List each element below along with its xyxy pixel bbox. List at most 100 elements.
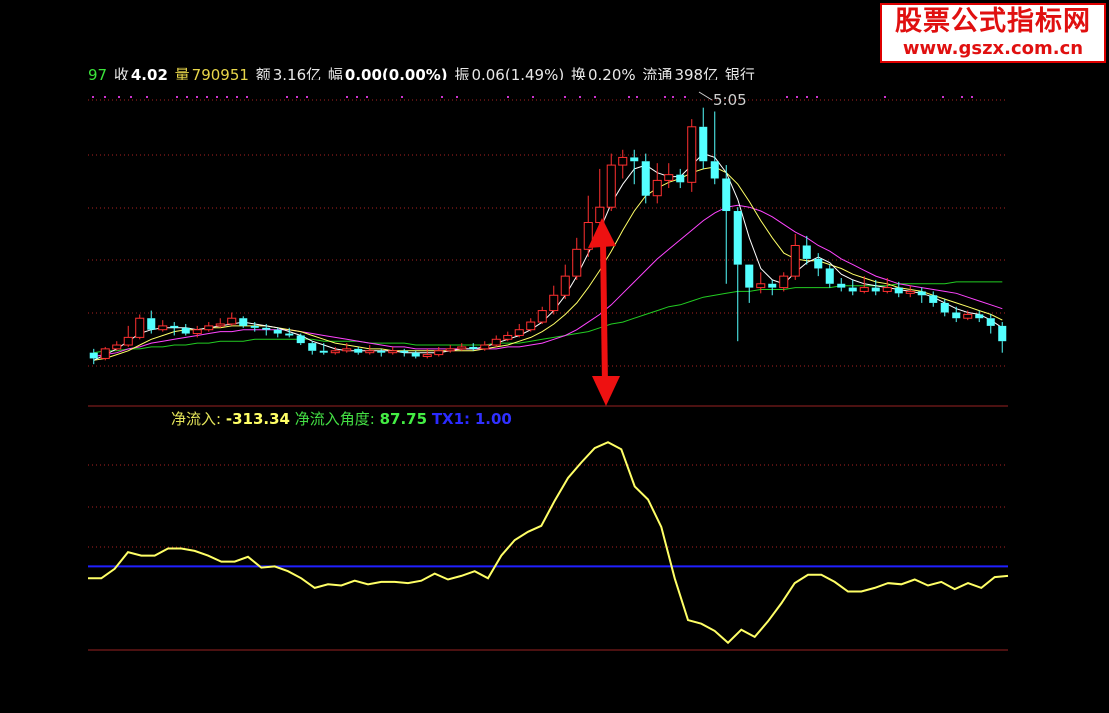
candle-body-down	[699, 126, 708, 162]
arrow-head-down	[592, 376, 620, 406]
candle-body-up	[503, 334, 513, 340]
candle-body-down	[676, 174, 685, 183]
candle	[952, 306, 961, 323]
candle	[377, 348, 386, 357]
candle-body-down	[733, 211, 742, 265]
candle-body-up	[652, 179, 662, 197]
candle-body-up	[365, 350, 375, 354]
marker-dot	[456, 96, 458, 98]
candle-body-up	[618, 156, 628, 166]
candle-body-up	[192, 329, 202, 335]
candle-body-down	[986, 318, 995, 326]
candle-body-down	[411, 352, 420, 357]
quote-item: 790951	[191, 66, 249, 80]
marker-dot	[286, 96, 288, 98]
candle	[514, 323, 524, 338]
marker-dot	[176, 96, 178, 98]
marker-dot	[236, 96, 238, 98]
candle-body-up	[491, 338, 501, 346]
candle-body-down	[871, 287, 880, 292]
candle-body-down	[89, 352, 98, 359]
candle-body-down	[319, 350, 328, 353]
quote-item: 振	[449, 66, 470, 80]
candle	[503, 331, 513, 342]
quote-item: 0.00(0.00%)	[344, 66, 448, 80]
candle	[733, 207, 742, 342]
candle	[170, 322, 179, 336]
candle-body-down	[181, 327, 190, 334]
candle	[710, 111, 719, 185]
net-inflow-value: -313.34	[225, 410, 290, 428]
candle	[308, 341, 317, 355]
ma-line-ma-long	[93, 204, 1003, 357]
candle	[687, 119, 697, 192]
candle-body-down	[262, 327, 271, 330]
candle-body-down	[170, 325, 179, 328]
candle-body-down	[848, 287, 857, 292]
marker-dot	[306, 96, 308, 98]
candle-body-down	[837, 283, 846, 288]
candle	[537, 306, 547, 324]
candle-body-up	[560, 275, 570, 296]
quote-item: 3.16亿	[272, 66, 322, 80]
candle-body-up	[963, 313, 973, 319]
candle	[147, 310, 156, 334]
candle-body-down	[710, 161, 719, 179]
candle-body-down	[745, 264, 754, 288]
ma-line-ma-short	[93, 153, 1003, 361]
candle-body-down	[250, 325, 259, 328]
candle-body-up	[790, 244, 800, 277]
marker-dot	[401, 96, 403, 98]
marker-dot	[366, 96, 368, 98]
candle-body-up	[342, 348, 352, 352]
candle	[929, 291, 938, 307]
candle-body-down	[998, 325, 1007, 342]
quote-bar: 97 收 4.02 量 790951 额 3.16亿 幅 0.00(0.00%) 振 0.…	[88, 64, 757, 80]
marker-dot	[246, 96, 248, 98]
candle-body-down	[273, 329, 282, 334]
candle	[365, 345, 375, 355]
marker-dot	[346, 96, 348, 98]
candle	[549, 285, 559, 315]
price-chart	[88, 91, 1009, 651]
time-label-leader	[698, 91, 713, 101]
candle-body-up	[158, 325, 168, 331]
marker-dot	[884, 96, 886, 98]
candle	[215, 318, 225, 328]
candle-body-up	[100, 348, 110, 359]
marker-dot	[118, 96, 120, 98]
candle	[998, 322, 1007, 353]
marker-dot	[684, 96, 686, 98]
marker-dot	[816, 96, 818, 98]
candle-body-up	[112, 344, 122, 350]
candle-body-up	[572, 248, 582, 277]
marker-dot	[672, 96, 674, 98]
candle-body-up	[905, 290, 915, 294]
candle	[181, 323, 190, 336]
time-label: 5:05	[713, 91, 747, 109]
marker-dot	[796, 96, 798, 98]
candle	[905, 285, 915, 298]
candle-body-up	[215, 323, 225, 327]
candle-body-up	[537, 310, 547, 323]
marker-dot	[226, 96, 228, 98]
candle-body-down	[469, 346, 478, 349]
chart-stage: 97 收 4.02 量 790951 额 3.16亿 幅 0.00(0.00%) 振 0.…	[0, 0, 1109, 713]
marker-dot	[186, 96, 188, 98]
candle	[814, 253, 823, 277]
candle-body-up	[549, 294, 559, 312]
candle	[135, 314, 145, 340]
marker-dot	[296, 96, 298, 98]
candle	[917, 287, 926, 303]
candle-body-down	[308, 343, 317, 351]
candle	[319, 343, 328, 355]
quote-item: 398亿	[674, 66, 719, 80]
candle	[204, 322, 214, 332]
candle	[296, 333, 305, 346]
candle	[560, 264, 570, 300]
candle	[123, 325, 133, 347]
candle-body-down	[952, 312, 961, 319]
candle-body-up	[514, 329, 524, 336]
candle-body-down	[929, 295, 938, 303]
candle	[745, 264, 754, 303]
